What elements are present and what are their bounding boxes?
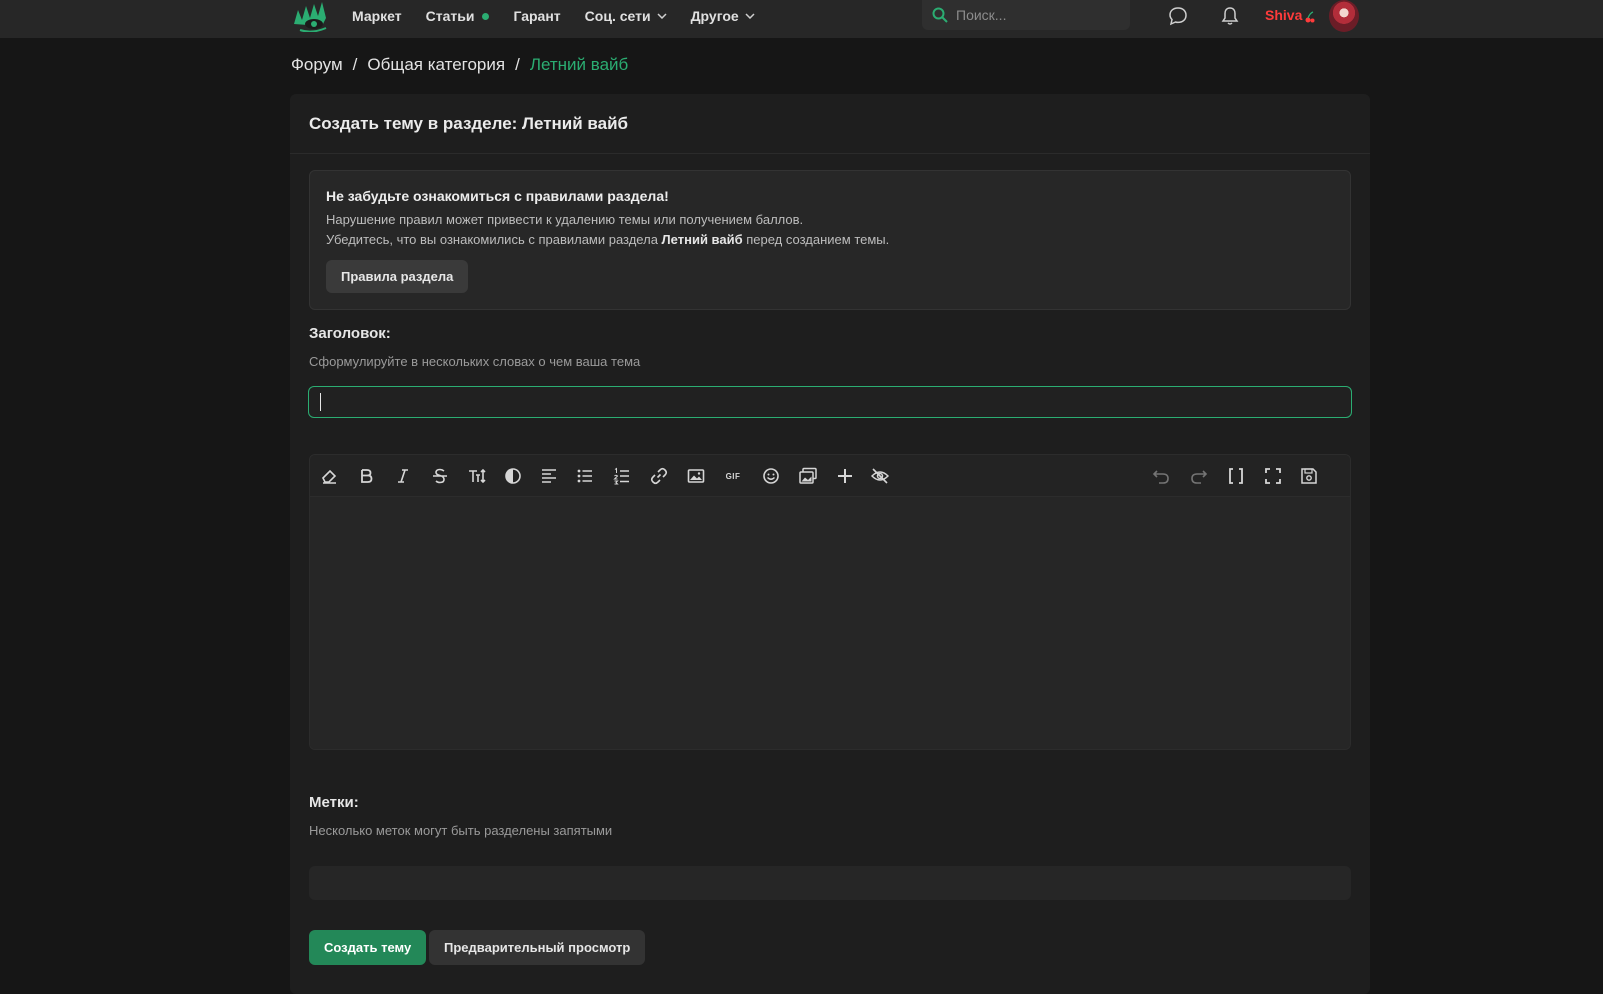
conversations-icon[interactable]: [1168, 6, 1188, 26]
notice-line-2: Убедитесь, что вы ознакомились с правила…: [326, 230, 1334, 250]
avatar[interactable]: [1329, 0, 1359, 32]
notice-section-name: Летний вайб: [661, 232, 743, 247]
link-icon[interactable]: [648, 466, 670, 486]
panel-header: Создать тему в разделе: Летний вайб: [290, 94, 1370, 154]
notice-title: Не забудьте ознакомиться с правилами раз…: [326, 188, 669, 204]
title-hint: Сформулируйте в нескольких словах о чем …: [309, 354, 641, 369]
section-rules-button[interactable]: Правила раздела: [326, 260, 469, 293]
page-title: Создать тему в разделе: Летний вайб: [309, 113, 629, 133]
lolz-logo-icon[interactable]: [292, 0, 328, 32]
color-icon[interactable]: [502, 466, 524, 486]
nav-guarantee-label: Гарант: [513, 8, 561, 24]
nav-market[interactable]: Маркет: [352, 8, 402, 24]
hide-icon[interactable]: [869, 466, 891, 486]
top-navigation-bar: Маркет Статьи Гарант Соц. сети Другое Sh…: [0, 0, 1603, 38]
gallery-icon[interactable]: [797, 466, 819, 486]
breadcrumb-forum[interactable]: Форум: [291, 55, 343, 75]
nav-social-label: Соц. сети: [584, 8, 651, 24]
nav-guarantee[interactable]: Гарант: [513, 8, 560, 24]
title-label: Заголовок:: [309, 325, 391, 342]
user-badge-icon: [1305, 11, 1315, 23]
fullscreen-icon[interactable]: [1262, 466, 1284, 486]
align-icon[interactable]: [538, 466, 560, 486]
tags-input[interactable]: [309, 866, 1351, 900]
undo-icon[interactable]: [1150, 466, 1172, 486]
thread-title-input[interactable]: [308, 386, 1352, 418]
emoji-icon[interactable]: [760, 466, 782, 486]
search-input[interactable]: [956, 7, 1116, 23]
bbcode-toggle-icon[interactable]: [1225, 466, 1247, 486]
editor-content-area[interactable]: [310, 497, 1350, 749]
breadcrumb: Форум / Общая категория / Летний вайб: [291, 55, 628, 75]
breadcrumb-separator: /: [515, 55, 520, 74]
eraser-icon[interactable]: [318, 466, 340, 486]
nav-other[interactable]: Другое: [691, 8, 755, 24]
bold-icon[interactable]: [355, 466, 377, 486]
bell-icon[interactable]: [1220, 6, 1240, 26]
notice-line-2-start: Убедитесь, что вы ознакомились с правила…: [326, 232, 662, 247]
new-content-dot: [482, 12, 490, 20]
nav-articles-label: Статьи: [425, 8, 475, 24]
search-icon: [932, 7, 948, 23]
save-draft-icon[interactable]: [1298, 466, 1320, 486]
notice-line-1: Нарушение правил может привести к удален…: [326, 212, 804, 227]
gif-icon[interactable]: GIF: [722, 466, 744, 486]
strikethrough-icon[interactable]: [429, 466, 451, 486]
nav-market-label: Маркет: [352, 8, 402, 24]
tags-label: Метки:: [309, 794, 359, 811]
chevron-down-icon: [745, 13, 755, 19]
numbered-list-icon[interactable]: [611, 466, 633, 486]
chevron-down-icon: [657, 13, 667, 19]
italic-icon[interactable]: [392, 466, 414, 486]
tags-hint: Несколько меток могут быть разделены зап…: [309, 823, 613, 838]
text-size-icon[interactable]: [466, 466, 488, 486]
nav-other-label: Другое: [690, 8, 739, 24]
text-caret: [320, 393, 321, 411]
gif-label: GIF: [725, 471, 741, 481]
breadcrumb-category[interactable]: Общая категория: [367, 55, 505, 75]
insert-plus-icon[interactable]: [834, 466, 856, 486]
username[interactable]: Shiva: [1265, 7, 1302, 23]
search-box[interactable]: [922, 0, 1130, 30]
notice-line-2-end: перед созданием темы.: [742, 232, 890, 247]
main-nav: Маркет Статьи Гарант Соц. сети Другое: [352, 0, 779, 32]
breadcrumb-current[interactable]: Летний вайб: [530, 55, 628, 75]
nav-articles[interactable]: Статьи: [426, 8, 490, 24]
breadcrumb-separator: /: [352, 55, 358, 74]
message-editor: GIF: [309, 454, 1351, 750]
rules-notice: Не забудьте ознакомиться с правилами раз…: [309, 170, 1351, 310]
editor-toolbar: GIF: [310, 455, 1350, 497]
create-thread-panel: Создать тему в разделе: Летний вайб Не з…: [290, 94, 1370, 994]
image-icon[interactable]: [685, 466, 707, 486]
bullet-list-icon[interactable]: [574, 466, 596, 486]
redo-icon[interactable]: [1188, 466, 1210, 486]
nav-social[interactable]: Соц. сети: [585, 8, 667, 24]
